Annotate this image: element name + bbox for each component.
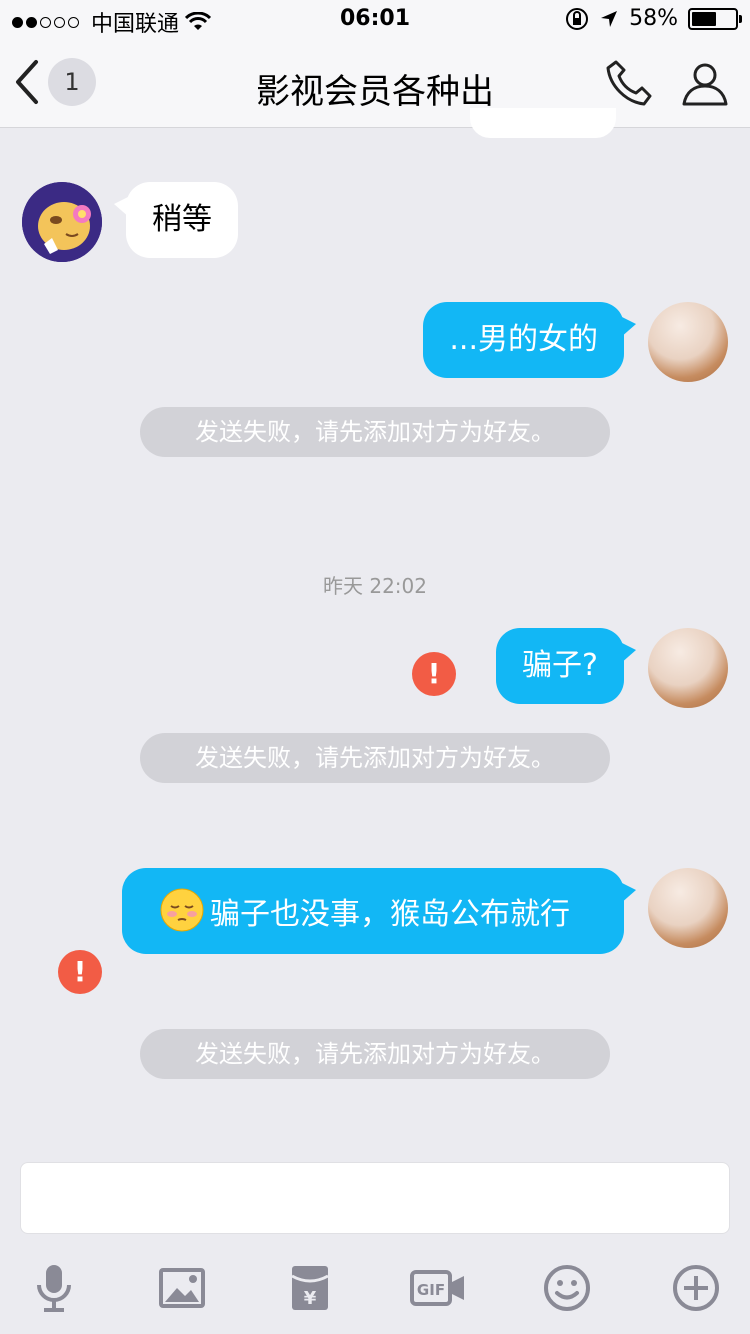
blushing-face-emoji-icon xyxy=(160,888,204,932)
more-button[interactable] xyxy=(668,1260,724,1316)
nav-bar: 1 影视会员各种出 xyxy=(0,40,750,128)
message-text: 骗子也没事，猴岛公布就行 xyxy=(210,897,570,932)
image-icon xyxy=(159,1268,205,1308)
message-text: 稍等 xyxy=(152,202,212,237)
send-failed-notice: 发送失败，请先添加对方为好友。 xyxy=(140,1029,610,1079)
send-failed-notice: 发送失败，请先添加对方为好友。 xyxy=(140,733,610,783)
gif-icon: GIF xyxy=(410,1270,464,1306)
partial-message-bubble xyxy=(470,108,616,138)
emoji-button[interactable] xyxy=(539,1260,595,1316)
sender-avatar[interactable] xyxy=(22,182,102,262)
location-arrow-icon xyxy=(601,10,618,27)
send-failed-alert-icon[interactable]: ! xyxy=(412,652,456,696)
sent-message-bubble[interactable]: 骗子也没事，猴岛公布就行 xyxy=(122,868,636,954)
send-failed-notice: 发送失败，请先添加对方为好友。 xyxy=(140,407,610,457)
my-avatar[interactable] xyxy=(648,628,728,708)
input-toolbar: ¥ GIF xyxy=(0,1260,750,1320)
red-packet-icon: ¥ xyxy=(291,1266,329,1310)
battery-icon xyxy=(688,7,742,30)
orientation-lock-icon xyxy=(566,7,589,30)
message-text: 骗子? xyxy=(522,648,598,683)
emoji-icon xyxy=(544,1265,590,1311)
status-right: 58% xyxy=(565,6,742,31)
status-bar: 中国联通 06:01 58% xyxy=(0,0,750,40)
sent-message-bubble[interactable]: 骗子? xyxy=(496,628,636,704)
image-button[interactable] xyxy=(154,1260,210,1316)
message-input[interactable] xyxy=(20,1162,730,1234)
message-timestamp: 昨天 22:02 xyxy=(323,574,427,598)
my-avatar[interactable] xyxy=(648,868,728,948)
message-text: ...男的女的 xyxy=(449,322,598,357)
svg-text:GIF: GIF xyxy=(417,1281,445,1299)
plus-icon xyxy=(673,1265,719,1311)
cartoon-avatar-image xyxy=(22,182,102,262)
gif-button[interactable]: GIF xyxy=(410,1260,466,1316)
my-avatar[interactable] xyxy=(648,302,728,382)
nav-actions xyxy=(604,58,730,108)
mic-icon xyxy=(37,1265,71,1312)
send-failed-alert-icon[interactable]: ! xyxy=(58,950,102,994)
profile-icon[interactable] xyxy=(680,58,730,108)
svg-text:¥: ¥ xyxy=(304,1288,317,1309)
input-area: ¥ GIF xyxy=(0,1150,750,1334)
chat-area[interactable]: 稍等 ...男的女的 发送失败，请先添加对方为好友。 昨天 22:02 ! 骗子… xyxy=(0,108,750,1158)
voice-button[interactable] xyxy=(26,1260,82,1316)
battery-percentage: 58% xyxy=(629,6,678,31)
phone-icon[interactable] xyxy=(604,58,654,108)
sent-message-bubble[interactable]: ...男的女的 xyxy=(423,302,636,378)
red-packet-button[interactable]: ¥ xyxy=(282,1260,338,1316)
received-message-bubble[interactable]: 稍等 xyxy=(114,182,238,258)
